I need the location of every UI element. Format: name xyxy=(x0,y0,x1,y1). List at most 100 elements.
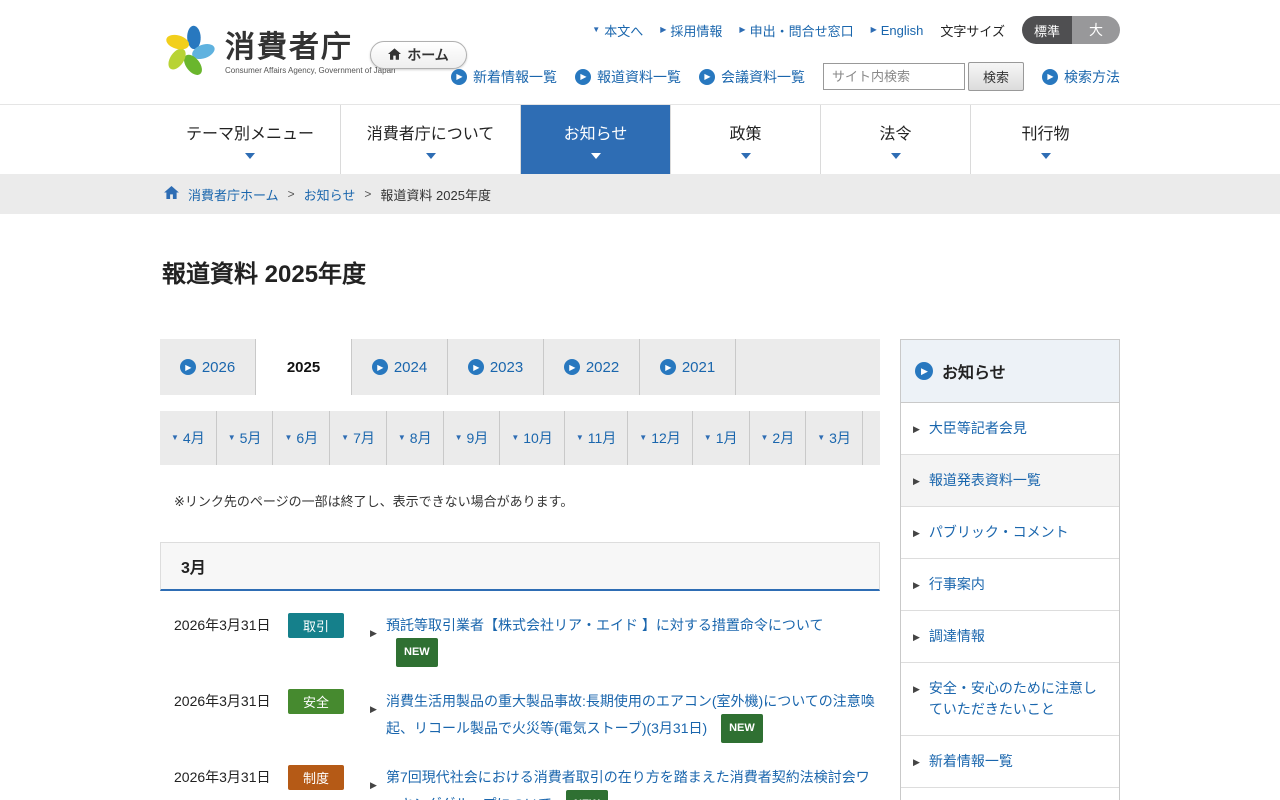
circle-play-icon: ▶ xyxy=(915,362,933,380)
chevron-down-icon xyxy=(245,153,255,159)
chevron-down-icon xyxy=(741,153,751,159)
skip-to-content-link[interactable]: ▼ 本文へ xyxy=(592,21,643,40)
sidebar-item-published-materials[interactable]: ▶ 公表資料 xyxy=(901,787,1119,800)
sidebar-heading: ▶ お知らせ xyxy=(901,340,1119,403)
utility-bar: ▼ 本文へ ▶ 採用情報 ▶ 申出・問合せ窓口 ▶ English 文字サイズ … xyxy=(592,16,1120,44)
circle-play-icon: ▶ xyxy=(699,69,715,85)
month-link-sep[interactable]: ▼9月 xyxy=(444,411,501,465)
circle-play-icon: ▶ xyxy=(451,69,467,85)
month-link-jul[interactable]: ▼7月 xyxy=(330,411,387,465)
inquiry-link[interactable]: ▶ 申出・問合せ窓口 xyxy=(739,21,853,40)
press-row: 2026年3月31日 取引 ▶ 預託等取引業者【株式会社リア・エイド 】に対する… xyxy=(160,591,880,667)
press-release-link[interactable]: 消費生活用製品の重大製品事故:長期使用のエアコン(室外機)についての注意喚起、リ… xyxy=(386,693,875,736)
chevron-right-icon: ▶ xyxy=(913,579,920,593)
chevron-right-icon: ▶ xyxy=(370,697,377,722)
breadcrumb-bar: 消費者庁ホーム > お知らせ > 報道資料 2025年度 xyxy=(0,174,1280,214)
nav-policy[interactable]: 政策 xyxy=(670,105,820,174)
recruit-link[interactable]: ▶ 採用情報 xyxy=(660,21,722,40)
chevron-down-icon xyxy=(1041,153,1051,159)
chevron-down-icon: ▼ xyxy=(171,434,179,442)
month-link-mar[interactable]: ▼3月 xyxy=(806,411,863,465)
breadcrumb-separator: > xyxy=(288,187,295,201)
nav-news[interactable]: お知らせ xyxy=(520,105,670,174)
new-info-list-link[interactable]: ▶ 新着情報一覧 xyxy=(451,67,557,87)
english-link[interactable]: ▶ English xyxy=(871,23,924,38)
press-release-link[interactable]: 預託等取引業者【株式会社リア・エイド 】に対する措置命令について xyxy=(386,617,823,633)
month-links: ▼4月 ▼5月 ▼6月 ▼7月 ▼8月 ▼9月 ▼10月 ▼11月 ▼12月 ▼… xyxy=(160,411,880,465)
year-tab-2024[interactable]: ▶ 2024 xyxy=(352,339,448,395)
chevron-right-icon: ▶ xyxy=(913,683,920,697)
sidebar-item-press-release-list[interactable]: ▶ 報道発表資料一覧 xyxy=(901,454,1119,506)
breadcrumb-news-link[interactable]: お知らせ xyxy=(304,185,356,204)
month-link-dec[interactable]: ▼12月 xyxy=(628,411,693,465)
month-link-nov[interactable]: ▼11月 xyxy=(565,411,628,465)
page-title: 報道資料 2025年度 xyxy=(162,254,1120,289)
chevron-down-icon: ▼ xyxy=(341,434,349,442)
chevron-right-icon: ▶ xyxy=(739,26,745,34)
year-tab-2022[interactable]: ▶ 2022 xyxy=(544,339,640,395)
news-sidebar: ▶ お知らせ ▶ 大臣等記者会見 ▶ 報道発表資料一覧 ▶ パブリック・コメント… xyxy=(900,339,1120,800)
sidebar-item-events[interactable]: ▶ 行事案内 xyxy=(901,558,1119,610)
chevron-down-icon: ▼ xyxy=(455,434,463,442)
new-badge: NEW xyxy=(566,790,608,800)
chevron-right-icon: ▶ xyxy=(660,26,666,34)
year-tab-2025-current: 2025 xyxy=(256,339,352,395)
sidebar-item-minister-press-conference[interactable]: ▶ 大臣等記者会見 xyxy=(901,403,1119,454)
chevron-down-icon: ▼ xyxy=(398,434,406,442)
month-link-oct[interactable]: ▼10月 xyxy=(500,411,565,465)
sidebar-item-safety-cautions[interactable]: ▶ 安全・安心のために注意していただきたいこと xyxy=(901,662,1119,735)
site-header: 消費者庁 Consumer Affairs Agency, Government… xyxy=(0,0,1280,104)
year-tab-2026[interactable]: ▶ 2026 xyxy=(160,339,256,395)
search-input[interactable] xyxy=(823,63,965,90)
year-tab-2023[interactable]: ▶ 2023 xyxy=(448,339,544,395)
font-size-standard-button[interactable]: 標準 xyxy=(1022,16,1072,44)
search-help-link[interactable]: ▶ 検索方法 xyxy=(1042,67,1120,87)
circle-play-icon: ▶ xyxy=(1042,69,1058,85)
nav-publications[interactable]: 刊行物 xyxy=(970,105,1120,174)
font-size-toggle: 標準 大 xyxy=(1022,16,1120,44)
month-link-aug[interactable]: ▼8月 xyxy=(387,411,444,465)
font-size-large-button[interactable]: 大 xyxy=(1072,16,1120,44)
nav-about-agency[interactable]: 消費者庁について xyxy=(340,105,520,174)
breadcrumb: 消費者庁ホーム > お知らせ > 報道資料 2025年度 xyxy=(160,174,1120,214)
year-tab-2021[interactable]: ▶ 2021 xyxy=(640,339,736,395)
chevron-down-icon: ▼ xyxy=(761,434,769,442)
link-disclaimer-note: ※リンク先のページの一部は終了し、表示できない場合があります。 xyxy=(174,491,880,510)
search-button[interactable]: 検索 xyxy=(968,62,1024,91)
quick-links-bar: ▶ 新着情報一覧 ▶ 報道資料一覧 ▶ 会議資料一覧 検索 ▶ 検索方法 xyxy=(451,62,1120,91)
chevron-right-icon: ▶ xyxy=(913,756,920,770)
page-title-section: 報道資料 2025年度 xyxy=(160,214,1120,339)
meeting-list-link[interactable]: ▶ 会議資料一覧 xyxy=(699,67,805,87)
press-row: 2026年3月31日 安全 ▶ 消費生活用製品の重大製品事故:長期使用のエアコン… xyxy=(160,667,880,743)
sidebar-item-new-info-list[interactable]: ▶ 新着情報一覧 xyxy=(901,735,1119,787)
press-release-link[interactable]: 第7回現代社会における消費者取引の在り方を踏まえた消費者契約法検討会ワーキンググ… xyxy=(386,769,870,800)
chevron-down-icon: ▼ xyxy=(284,434,292,442)
press-list-link[interactable]: ▶ 報道資料一覧 xyxy=(575,67,681,87)
breadcrumb-home-link[interactable]: 消費者庁ホーム xyxy=(188,185,279,204)
agency-logo[interactable]: 消費者庁 Consumer Affairs Agency, Government… xyxy=(162,24,395,83)
circle-play-icon: ▶ xyxy=(575,69,591,85)
chevron-right-icon: ▶ xyxy=(370,773,377,798)
chevron-right-icon: ▶ xyxy=(913,527,920,541)
global-navigation: テーマ別メニュー 消費者庁について お知らせ 政策 法令 刊行物 xyxy=(0,104,1280,174)
site-search: 検索 xyxy=(823,62,1024,91)
nav-theme-menu[interactable]: テーマ別メニュー xyxy=(160,105,340,174)
press-date: 2026年3月31日 xyxy=(174,689,288,714)
month-link-apr[interactable]: ▼4月 xyxy=(160,411,217,465)
month-link-may[interactable]: ▼5月 xyxy=(217,411,274,465)
home-button-label: ホーム xyxy=(407,45,449,65)
month-link-jun[interactable]: ▼6月 xyxy=(273,411,330,465)
circle-play-icon: ▶ xyxy=(564,359,580,375)
month-link-jan[interactable]: ▼1月 xyxy=(693,411,750,465)
nav-laws[interactable]: 法令 xyxy=(820,105,970,174)
category-badge-safety: 安全 xyxy=(288,689,344,714)
sidebar-item-public-comment[interactable]: ▶ パブリック・コメント xyxy=(901,506,1119,558)
chevron-down-icon: ▼ xyxy=(511,434,519,442)
month-link-feb[interactable]: ▼2月 xyxy=(750,411,807,465)
circle-play-icon: ▶ xyxy=(660,359,676,375)
breadcrumb-separator: > xyxy=(364,187,371,201)
sidebar-item-procurement[interactable]: ▶ 調達情報 xyxy=(901,610,1119,662)
chevron-right-icon: ▶ xyxy=(370,621,377,646)
press-row: 2026年3月31日 制度 ▶ 第7回現代社会における消費者取引の在り方を踏まえ… xyxy=(160,743,880,800)
circle-play-icon: ▶ xyxy=(372,359,388,375)
